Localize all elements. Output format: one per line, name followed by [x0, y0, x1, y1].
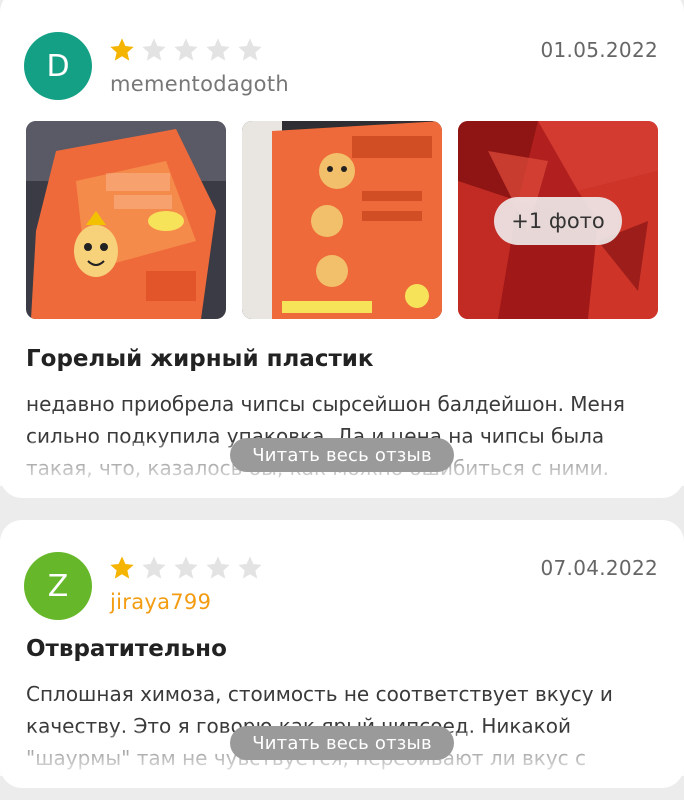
star-empty-icon [238, 38, 262, 61]
star-filled-icon [110, 38, 134, 61]
read-full-review-button[interactable]: Читать весь отзыв [230, 726, 454, 760]
review-title: Горелый жирный пластик [26, 346, 374, 372]
username[interactable]: mementodagoth [110, 72, 289, 96]
avatar[interactable]: Z [24, 552, 92, 620]
username[interactable]: jiraya799 [110, 590, 211, 614]
star-filled-icon [110, 556, 134, 579]
more-photos-badge[interactable]: +1 фото [494, 197, 622, 245]
review-photo[interactable]: +1 фото [458, 121, 658, 319]
review-photo[interactable] [242, 121, 442, 319]
star-empty-icon [142, 556, 166, 579]
rating-stars [108, 36, 264, 64]
review-date: 01.05.2022 [540, 38, 658, 62]
star-empty-icon [206, 556, 230, 579]
star-empty-icon [174, 556, 198, 579]
photo-gallery: +1 фото [26, 121, 658, 319]
read-full-review-button[interactable]: Читать весь отзыв [230, 438, 454, 472]
star-empty-icon [142, 38, 166, 61]
review-date: 07.04.2022 [540, 556, 658, 580]
avatar-letter: Z [47, 568, 69, 604]
review-title: Отвратительно [26, 636, 227, 662]
rating-stars [108, 554, 264, 582]
star-empty-icon [206, 38, 230, 61]
review-card: Z jiraya799 07.04.2022 Отвратительно Спл… [0, 520, 684, 788]
review-card: D mementodagoth 01.05.2022 +1 фото Горел… [0, 0, 684, 498]
star-empty-icon [238, 556, 262, 579]
star-empty-icon [174, 38, 198, 61]
avatar-letter: D [46, 48, 70, 84]
avatar[interactable]: D [24, 32, 92, 100]
review-photo[interactable] [26, 121, 226, 319]
